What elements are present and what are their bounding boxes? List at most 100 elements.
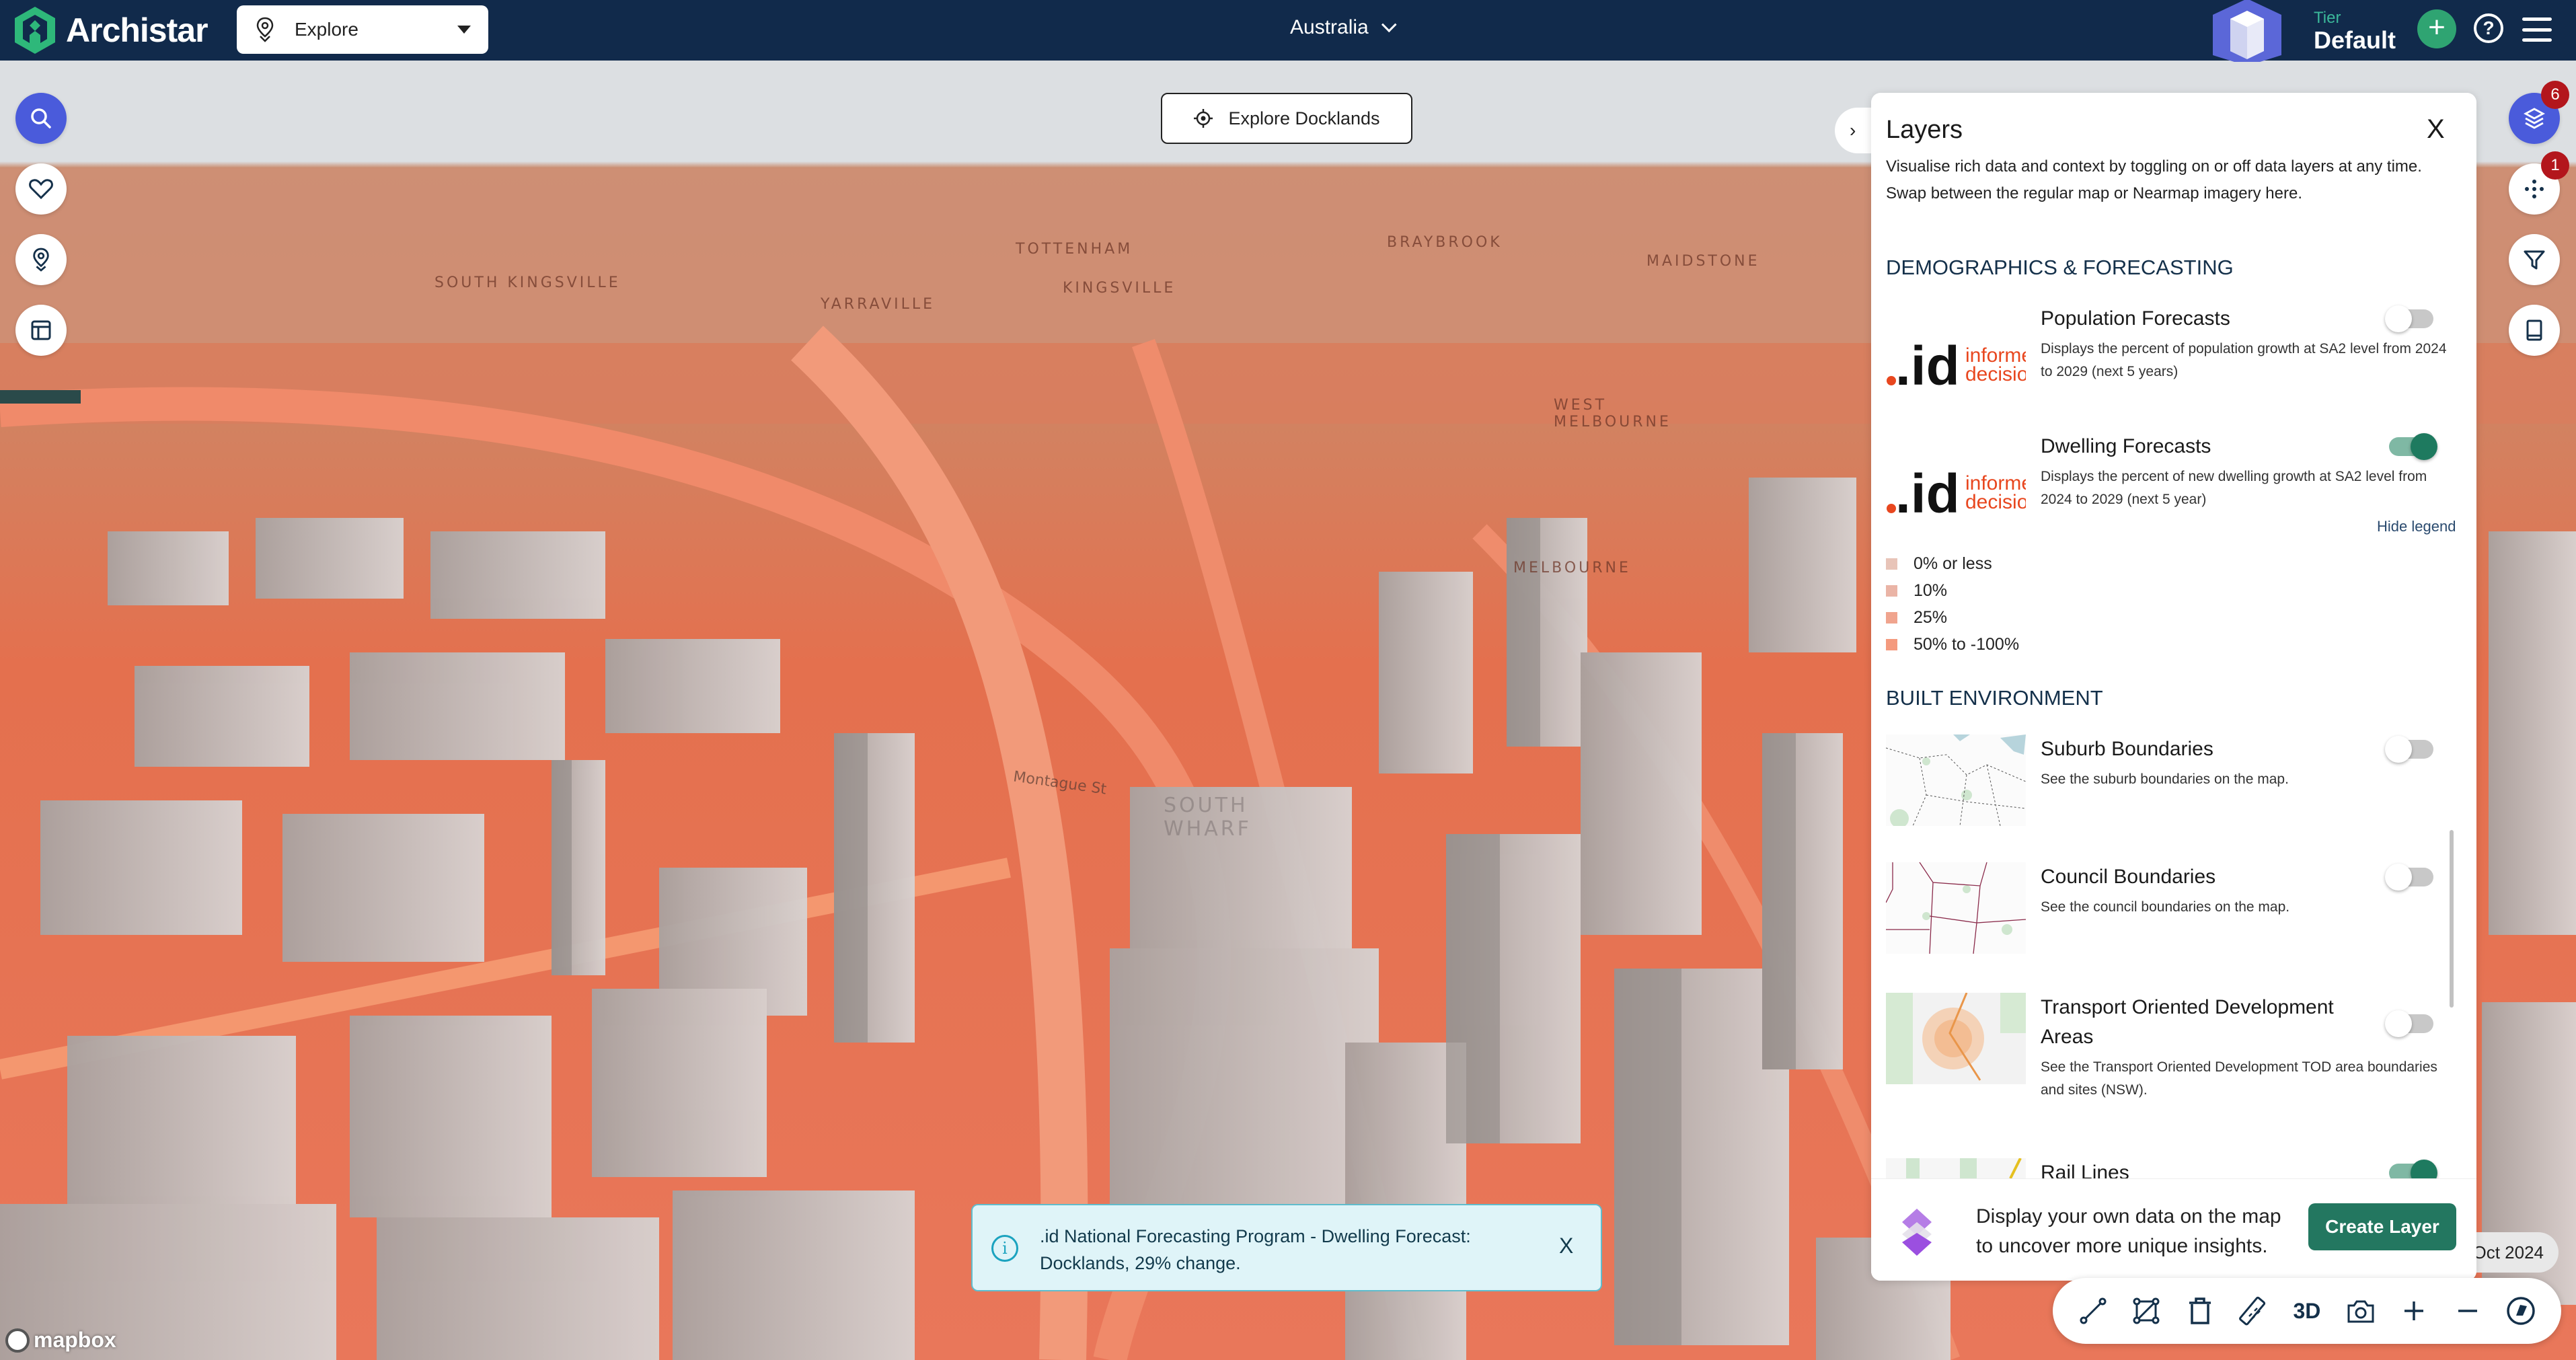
country-selector[interactable]: Australia bbox=[1290, 16, 1397, 39]
heart-icon bbox=[29, 179, 53, 200]
points-count-badge: 1 bbox=[2541, 151, 2569, 180]
close-notification-icon[interactable]: X bbox=[1559, 1234, 1573, 1258]
points-button[interactable]: 1 bbox=[2509, 151, 2569, 215]
plus-icon bbox=[2404, 1301, 2424, 1320]
map-label-south-kingsville: South Kingsville bbox=[434, 274, 621, 291]
country-label: Australia bbox=[1290, 16, 1369, 38]
custom-layers-icon bbox=[1902, 1209, 1932, 1256]
layout-icon bbox=[31, 320, 51, 340]
dwelling-forecasts-toggle[interactable] bbox=[2389, 433, 2437, 460]
layer-description: Displays the percent of population growt… bbox=[2041, 341, 2447, 379]
trash-icon bbox=[2189, 1297, 2211, 1324]
layer-name: Population Forecasts bbox=[2041, 307, 2230, 330]
layers-button[interactable]: 6 bbox=[2509, 81, 2569, 144]
legend-swatch bbox=[1886, 584, 1897, 597]
3d-toggle-button[interactable]: 3D bbox=[2286, 1290, 2328, 1332]
screenshot-button[interactable] bbox=[2340, 1290, 2382, 1332]
layers-icon bbox=[2524, 108, 2545, 129]
mode-dropdown[interactable]: Explore bbox=[237, 5, 488, 54]
mapbox-logo-icon bbox=[5, 1328, 30, 1353]
search-button[interactable] bbox=[15, 93, 67, 144]
line-tool-icon bbox=[2080, 1297, 2107, 1324]
id-informed-decisions-logo: .id informed decisions bbox=[1887, 336, 2026, 397]
minus-icon bbox=[2458, 1310, 2477, 1312]
book-icon bbox=[2526, 319, 2542, 341]
close-icon[interactable]: X bbox=[2427, 116, 2445, 143]
explore-area-button[interactable]: Explore Docklands bbox=[1161, 93, 1412, 144]
compass-button[interactable] bbox=[2500, 1290, 2542, 1332]
archistar-logo-icon bbox=[15, 7, 55, 54]
legend-item: 10% bbox=[1886, 577, 2019, 604]
section-title-built-environment: BUILT ENVIRONMENT bbox=[1886, 686, 2103, 710]
explore-area-label: Explore Docklands bbox=[1228, 108, 1380, 128]
layers-panel-scroll[interactable]: Layers X Visualise rich data and context… bbox=[1871, 93, 2476, 1178]
forecast-notification: i .id National Forecasting Program - Dwe… bbox=[971, 1204, 1602, 1291]
mapbox-attribution[interactable]: mapbox bbox=[5, 1328, 116, 1353]
tod-areas-toggle[interactable] bbox=[2385, 1010, 2433, 1037]
map-label-tottenham: Tottenham bbox=[1016, 241, 1133, 258]
layer-name: Council Boundaries bbox=[2041, 866, 2216, 888]
location-pin-icon bbox=[256, 17, 274, 42]
tier-badge-icon[interactable] bbox=[2210, 0, 2284, 62]
create-layer-button[interactable]: Create Layer bbox=[2308, 1203, 2456, 1250]
layer-description: See the Transport Oriented Development T… bbox=[2041, 1059, 2437, 1098]
filter-button[interactable] bbox=[2509, 234, 2560, 285]
layer-name: Suburb Boundaries bbox=[2041, 738, 2213, 760]
dwelling-forecast-legend: 0% or less 10% 25% 50% to -100% bbox=[1886, 550, 2019, 658]
layers-panel: Layers X Visualise rich data and context… bbox=[1871, 93, 2476, 1281]
favourites-button[interactable] bbox=[15, 163, 67, 215]
legend-item: 25% bbox=[1886, 604, 2019, 631]
filter-icon bbox=[2524, 250, 2545, 270]
help-icon[interactable]: ? bbox=[2474, 13, 2503, 43]
suburb-boundaries-toggle[interactable] bbox=[2385, 736, 2433, 763]
add-button[interactable]: + bbox=[2417, 9, 2456, 48]
tier-info: Tier Default bbox=[2314, 9, 2396, 54]
layers-count-badge: 6 bbox=[2541, 81, 2569, 109]
ruler-icon bbox=[2239, 1296, 2266, 1326]
tier-value: Default bbox=[2314, 26, 2396, 54]
polygon-tool-button[interactable] bbox=[2125, 1290, 2167, 1332]
collapse-panel-button[interactable]: › bbox=[1835, 108, 1875, 153]
hide-legend-link[interactable]: Hide legend bbox=[2377, 518, 2456, 535]
book-button[interactable] bbox=[2509, 305, 2560, 356]
app: Archistar Explore Australia Tier Default bbox=[0, 0, 2576, 1360]
top-header: Archistar Explore Australia Tier Default bbox=[0, 0, 2576, 62]
section-title-demographics: DEMOGRAPHICS & FORECASTING bbox=[1886, 256, 2234, 279]
points-icon bbox=[2525, 180, 2544, 198]
line-tool-button[interactable] bbox=[2072, 1290, 2114, 1332]
layer-description: See the council boundaries on the map. bbox=[2041, 899, 2290, 915]
map-tools-toolbar: 3D bbox=[2053, 1278, 2561, 1344]
panel-scrollbar[interactable] bbox=[2450, 830, 2454, 1008]
tier-label: Tier bbox=[2314, 9, 2341, 27]
svg-text:decisions: decisions bbox=[1965, 363, 2026, 385]
layout-button[interactable] bbox=[15, 305, 67, 356]
logo[interactable]: Archistar bbox=[13, 5, 209, 55]
map-label-melbourne: Melbourne bbox=[1513, 560, 1631, 576]
svg-text:.id: .id bbox=[1895, 336, 1960, 397]
caret-down-icon bbox=[457, 26, 471, 34]
rail-lines-toggle[interactable] bbox=[2389, 1160, 2437, 1178]
mapbox-text: mapbox bbox=[34, 1328, 116, 1352]
measure-button[interactable] bbox=[2232, 1290, 2274, 1332]
app-name: Archistar bbox=[66, 11, 209, 49]
rail-map-thumbnail bbox=[1886, 1158, 2026, 1178]
legend-item: 0% or less bbox=[1886, 550, 2019, 577]
delete-button[interactable] bbox=[2179, 1290, 2221, 1332]
council-map-thumbnail bbox=[1886, 862, 2026, 954]
council-boundaries-toggle[interactable] bbox=[2385, 864, 2433, 891]
hamburger-menu-icon[interactable] bbox=[2522, 17, 2552, 42]
mode-dropdown-value: Explore bbox=[295, 19, 358, 40]
map-label-west-melbourne: West Melbourne bbox=[1554, 397, 1671, 430]
map-label-braybrook: Braybrook bbox=[1387, 234, 1503, 251]
legend-swatch bbox=[1886, 611, 1897, 624]
layers-panel-title: Layers bbox=[1886, 116, 1963, 144]
zoom-out-button[interactable] bbox=[2447, 1290, 2489, 1332]
zoom-in-button[interactable] bbox=[2393, 1290, 2435, 1332]
layer-name: Dwelling Forecasts bbox=[2041, 435, 2211, 457]
create-layer-prompt: Display your own data on the map to unco… bbox=[1976, 1205, 2281, 1257]
places-button[interactable] bbox=[15, 234, 67, 285]
map-label-yarraville: Yarraville bbox=[821, 296, 936, 313]
polygon-tool-icon bbox=[2133, 1297, 2160, 1324]
population-forecasts-toggle[interactable] bbox=[2385, 305, 2433, 332]
chevron-down-icon bbox=[1381, 17, 1397, 33]
